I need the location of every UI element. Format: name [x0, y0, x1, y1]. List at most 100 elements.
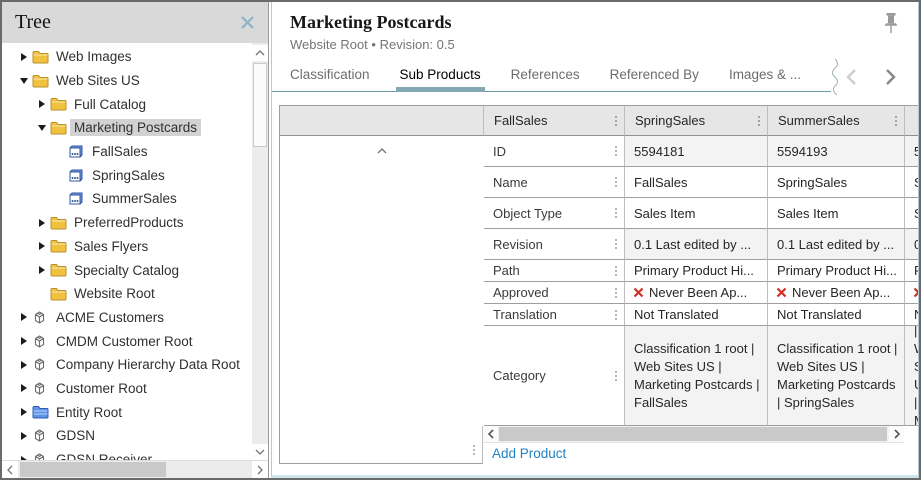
cube-icon: [32, 381, 52, 396]
expand-icon[interactable]: [34, 100, 50, 108]
cell-translation-summersales[interactable]: Not Translated: [905, 304, 919, 326]
cell-path-fallsales[interactable]: Primary Product Hi...: [625, 260, 768, 282]
tree-item-label: Web Sites US: [52, 72, 144, 89]
add-row-menu-icon[interactable]: [473, 445, 475, 455]
tree-item-full-catalog[interactable]: Full Catalog: [2, 92, 252, 116]
scroll-up-icon[interactable]: [252, 45, 268, 61]
column-header-summersales[interactable]: SummerSales: [768, 106, 905, 136]
tab-images[interactable]: Images & ...: [729, 67, 801, 91]
row-menu-icon[interactable]: [615, 239, 617, 249]
cell-translation-fallsales[interactable]: Not Translated: [625, 304, 768, 326]
cell-category-springsales[interactable]: Classification 1 root | Web Sites US | M…: [768, 326, 905, 426]
tab-sub-products[interactable]: Sub Products: [400, 67, 481, 91]
row-menu-icon[interactable]: [615, 310, 617, 320]
column-menu-icon[interactable]: [895, 116, 897, 126]
row-menu-icon[interactable]: [615, 208, 617, 218]
cell-revision-springsales[interactable]: 0.1 Last edited by ...: [768, 229, 905, 260]
cell-object-type-fallsales[interactable]: Sales Item: [625, 198, 768, 229]
tree-vertical-scrollbar[interactable]: [252, 43, 268, 460]
tree-item-summersales[interactable]: SummerSales: [2, 187, 252, 211]
cube-icon: [32, 334, 52, 349]
cell-id-fallsales[interactable]: 5594181: [625, 136, 768, 167]
cell-category-fallsales[interactable]: Classification 1 root | Web Sites US | M…: [625, 326, 768, 426]
column-menu-icon[interactable]: [615, 116, 617, 126]
cell-approved-summersales[interactable]: Never Been Ap...: [905, 282, 919, 304]
tree-item-springsales[interactable]: SpringSales: [2, 163, 252, 187]
cell-id-springsales[interactable]: 5594193: [768, 136, 905, 167]
table-vertical-scrollbar[interactable]: [280, 136, 484, 426]
expand-icon[interactable]: [34, 219, 50, 227]
tree-vscroll-thumb[interactable]: [253, 63, 267, 147]
expand-icon[interactable]: [16, 408, 32, 416]
table-scroll-right-icon[interactable]: [889, 426, 904, 442]
tree-item-company-hierarchy-data-root[interactable]: Company Hierarchy Data Root: [2, 353, 252, 377]
collapse-icon[interactable]: [16, 78, 32, 84]
cell-approved-springsales[interactable]: Never Been Ap...: [768, 282, 905, 304]
row-menu-icon[interactable]: [615, 177, 617, 187]
cell-object-type-springsales[interactable]: Sales Item: [768, 198, 905, 229]
cell-id-summersales[interactable]: 5594195: [905, 136, 919, 167]
tree-item-acme-customers[interactable]: ACME Customers: [2, 306, 252, 330]
cell-translation-springsales[interactable]: Not Translated: [768, 304, 905, 326]
cell-path-springsales[interactable]: Primary Product Hi...: [768, 260, 905, 282]
table-scroll-left-icon[interactable]: [483, 426, 498, 442]
expand-icon[interactable]: [34, 266, 50, 274]
tree-item-fallsales[interactable]: FallSales: [2, 140, 252, 164]
cube-icon: [32, 357, 52, 372]
expand-icon[interactable]: [16, 361, 32, 369]
collapse-icon[interactable]: [34, 125, 50, 131]
tab-classification[interactable]: Classification: [290, 67, 370, 91]
expand-icon[interactable]: [16, 313, 32, 321]
add-product-button[interactable]: Add Product: [492, 446, 566, 461]
scroll-right-icon[interactable]: [252, 461, 268, 478]
expand-icon[interactable]: [34, 242, 50, 250]
tree-item-web-sites-us[interactable]: Web Sites US: [2, 69, 252, 93]
tabs-scroll-left-icon[interactable]: [845, 68, 857, 86]
pin-icon[interactable]: [882, 12, 902, 36]
row-menu-icon[interactable]: [615, 266, 617, 276]
tree-horizontal-scrollbar[interactable]: [2, 460, 268, 478]
scroll-down-icon[interactable]: [252, 444, 268, 460]
cell-revision-fallsales[interactable]: 0.1 Last edited by ...: [625, 229, 768, 260]
column-menu-icon[interactable]: [758, 116, 760, 126]
tab-references[interactable]: References: [511, 67, 580, 91]
tree-item-marketing-postcards[interactable]: Marketing Postcards: [2, 116, 252, 140]
cell-category-summersales[interactable]: Classification 1 root | Web Sites US | M…: [905, 326, 919, 426]
scroll-left-icon[interactable]: [2, 461, 18, 478]
tree-item-cmdm-customer-root[interactable]: CMDM Customer Root: [2, 329, 252, 353]
tree-item-preferredproducts[interactable]: PreferredProducts: [2, 211, 252, 235]
tab-referenced-by[interactable]: Referenced By: [610, 67, 699, 91]
table-hscroll-thumb[interactable]: [499, 427, 887, 441]
close-icon[interactable]: [238, 14, 256, 32]
row-menu-icon[interactable]: [615, 288, 617, 298]
expand-icon[interactable]: [16, 337, 32, 345]
cell-name-summersales[interactable]: SummerSales: [905, 167, 919, 198]
column-header-fallsales[interactable]: FallSales: [484, 106, 625, 136]
tree-item-website-root[interactable]: Website Root: [2, 282, 252, 306]
cell-name-fallsales[interactable]: FallSales: [625, 167, 768, 198]
tree-item-label: Specialty Catalog: [70, 262, 183, 279]
row-menu-icon[interactable]: [615, 146, 617, 156]
expand-icon[interactable]: [16, 432, 32, 440]
tree-hscroll-thumb[interactable]: [20, 462, 166, 477]
cell-approved-fallsales[interactable]: Never Been Ap...: [625, 282, 768, 304]
expand-icon[interactable]: [16, 384, 32, 392]
expand-icon[interactable]: [16, 53, 32, 61]
tabs-scroll-right-icon[interactable]: [885, 68, 897, 86]
column-header-springsales[interactable]: SpringSales: [625, 106, 768, 136]
tree-item-customer-root[interactable]: Customer Root: [2, 377, 252, 401]
row-menu-icon[interactable]: [615, 371, 617, 381]
cell-path-summersales[interactable]: Primary Product Hi...: [905, 260, 919, 282]
table-scroll-up-icon[interactable]: [377, 142, 387, 157]
tree-item-web-images[interactable]: Web Images: [2, 45, 252, 69]
add-row-label-cell[interactable]: [279, 426, 483, 464]
tree-item-specialty-catalog[interactable]: Specialty Catalog: [2, 258, 252, 282]
tree-item-gdsn[interactable]: GDSN: [2, 424, 252, 448]
table-horizontal-scrollbar[interactable]: [483, 426, 904, 443]
tree-item-entity-root[interactable]: Entity Root: [2, 400, 252, 424]
folder-icon: [32, 74, 52, 88]
tree-item-sales-flyers[interactable]: Sales Flyers: [2, 235, 252, 259]
cell-name-springsales[interactable]: SpringSales: [768, 167, 905, 198]
cell-object-type-summersales[interactable]: Sales Item: [905, 198, 919, 229]
cell-revision-summersales[interactable]: 0.1 Last edited by ...: [905, 229, 919, 260]
